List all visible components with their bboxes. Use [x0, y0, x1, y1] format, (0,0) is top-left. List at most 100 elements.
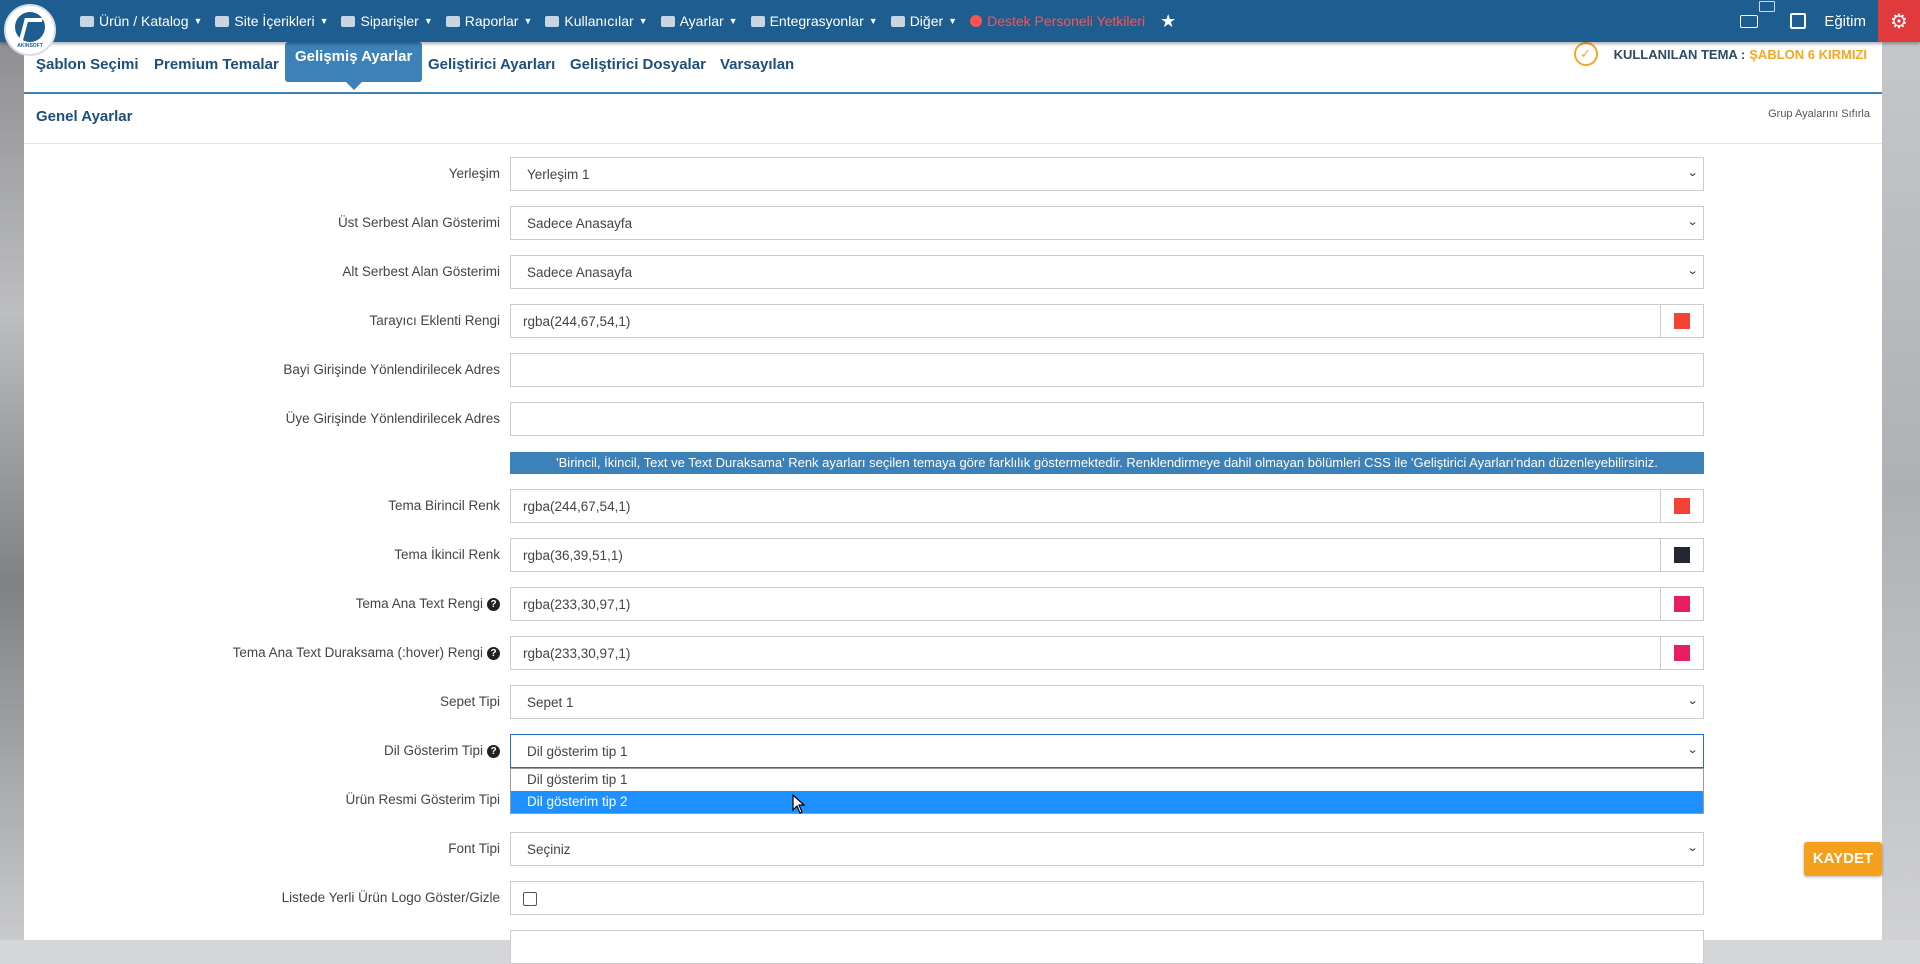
color-picker[interactable] [1660, 539, 1703, 571]
menu-raporlar[interactable]: Raporlar ▼ [445, 13, 533, 29]
alt-serbest-select[interactable]: Sadece Anasayfa ⌄ [510, 255, 1704, 289]
save-button[interactable]: KAYDET [1804, 842, 1882, 876]
caret-down-icon: ▼ [868, 16, 878, 26]
field-label: Sepet Tipi [439, 694, 500, 709]
tab-gelistirici-ayarlari[interactable]: Geliştirici Ayarları [418, 48, 565, 82]
gears-icon: ⚙ [1890, 10, 1908, 33]
menu-label: Raporlar [464, 13, 519, 29]
field-label: Tema İkincil Renk [394, 547, 500, 562]
caret-down-icon: ▼ [638, 16, 648, 26]
chevron-down-icon: ⌄ [1686, 842, 1699, 854]
settings-gear-button[interactable]: ⚙ [1878, 0, 1920, 42]
chevron-down-icon: ⌄ [1686, 167, 1699, 179]
label-text: Tema Ana Text Duraksama (:hover) Rengi [232, 645, 483, 660]
input-value: rgba(36,39,51,1) [523, 548, 623, 563]
menu-entegrasyonlar[interactable]: Entegrasyonlar ▼ [750, 13, 878, 29]
input-value: rgba(244,67,54,1) [523, 499, 631, 514]
sepet-tipi-select[interactable]: Sepet 1 ⌄ [510, 685, 1704, 719]
background-left [0, 42, 24, 940]
question-circle-icon[interactable]: ? [487, 647, 500, 660]
field-label: Tema Ana Text Duraksama (:hover) Rengi? [233, 645, 500, 660]
color-picker[interactable] [1660, 588, 1703, 620]
birincil-color-input[interactable]: rgba(244,67,54,1) [510, 489, 1704, 523]
caret-down-icon: ▼ [728, 16, 738, 26]
external-link-icon[interactable] [1790, 13, 1807, 29]
star-icon[interactable]: ★ [1160, 11, 1176, 32]
caret-down-icon: ▼ [193, 16, 203, 26]
menu-label: Ürün / Katalog [99, 13, 189, 29]
field-label: Font Tipi [448, 841, 500, 856]
menu-destek-personeli[interactable]: Destek Personeli Yetkileri [970, 13, 1145, 29]
theme-label: KULLANILAN TEMA : [1613, 46, 1746, 62]
keyboard-icon[interactable] [1740, 14, 1759, 28]
label-text: Tema Ana Text Rengi [355, 596, 483, 611]
color-swatch [1674, 547, 1690, 563]
color-picker[interactable] [1660, 305, 1703, 337]
select-value: Yerleşim 1 [527, 167, 590, 182]
menu-ayarlar[interactable]: Ayarlar ▼ [660, 13, 738, 29]
tab-premium-temalar[interactable]: Premium Temalar [144, 48, 289, 82]
tab-gelismis-ayarlar[interactable]: Gelişmiş Ayarlar [285, 42, 423, 90]
yerlesim-select[interactable]: Yerleşim 1 ⌄ [510, 157, 1704, 191]
dropdown-option-highlighted[interactable]: Dil gösterim tip 2 [511, 791, 1703, 813]
menu-kullanicilar[interactable]: Kullanıcılar ▼ [545, 13, 648, 29]
next-field[interactable] [510, 930, 1704, 964]
color-swatch [1674, 596, 1690, 612]
caret-down-icon: ▼ [523, 16, 533, 26]
row-alt-serbest: Alt Serbest Alan Gösterimi Sadece Anasay… [24, 255, 1882, 289]
tab-varsayilan[interactable]: Varsayılan [710, 48, 804, 82]
row-next [24, 930, 1882, 964]
select-value: Sepet 1 [527, 695, 574, 710]
section-header: Genel Ayarlar Grup Ayalarını Sıfırla [24, 92, 1882, 144]
field-label: Bayi Girişinde Yönlendirilecek Adres [283, 362, 500, 377]
tab-gelistirici-dosyalar[interactable]: Geliştirici Dosyalar [560, 48, 716, 82]
color-picker[interactable] [1660, 490, 1703, 522]
row-font-tipi: Font Tipi Seçiniz ⌄ [24, 832, 1882, 866]
nav-right: Eğitim ⚙ [1740, 0, 1920, 42]
menu-site-icerikleri[interactable]: Site İçerikleri ▼ [215, 13, 328, 29]
ikincil-color-input[interactable]: rgba(36,39,51,1) [510, 538, 1704, 572]
field-label: Tarayıcı Eklenti Rengi [369, 313, 500, 328]
used-theme-info: ✓ KULLANILAN TEMA : ŞABLON 6 KIRMIZI [1573, 42, 1867, 66]
field-label: Ürün Resmi Gösterim Tipi [345, 792, 500, 807]
menu-diger[interactable]: Diğer ▼ [890, 13, 957, 29]
tarayici-color-input[interactable]: rgba(244,67,54,1) [510, 304, 1704, 338]
color-swatch [1674, 498, 1690, 514]
menu-label: Siparişler [360, 13, 419, 29]
menu-label: Diğer [909, 13, 944, 29]
dil-gosterim-dropdown: Dil gösterim tip 1 Dil gösterim tip 2 [510, 768, 1704, 814]
bayi-adres-input[interactable] [510, 353, 1704, 387]
logo[interactable]: AKINSOFT [4, 4, 56, 56]
select-value: Dil gösterim tip 1 [527, 744, 628, 759]
row-uye-adres: Üye Girişinde Yönlendirilecek Adres [24, 402, 1882, 436]
uye-adres-input[interactable] [510, 402, 1704, 436]
question-circle-icon[interactable]: ? [487, 745, 500, 758]
reset-group-link[interactable]: Grup Ayalarını Sıfırla [1768, 108, 1870, 120]
check-circle-icon: ✓ [1573, 42, 1598, 66]
color-swatch [1674, 645, 1690, 661]
menu-urun-katalog[interactable]: Ürün / Katalog ▼ [80, 13, 202, 29]
background-right [1882, 42, 1920, 940]
field-label: Tema Ana Text Rengi? [356, 596, 500, 611]
tab-sablon-secimi[interactable]: Şablon Seçimi [26, 48, 149, 82]
main-menu: Ürün / Katalog ▼ Site İçerikleri ▼ Sipar… [80, 0, 1176, 42]
input-value: rgba(244,67,54,1) [523, 314, 631, 329]
ust-serbest-select[interactable]: Sadece Anasayfa ⌄ [510, 206, 1704, 240]
boxes-icon [80, 15, 94, 27]
color-picker[interactable] [1660, 637, 1703, 669]
chevron-down-icon: ⌄ [1686, 265, 1699, 277]
egitim-link[interactable]: Eğitim [1824, 13, 1866, 30]
logo-goster-checkbox[interactable] [523, 892, 537, 906]
mouse-cursor-icon [792, 794, 806, 814]
text-color-input[interactable]: rgba(233,30,97,1) [510, 587, 1704, 621]
dropdown-option[interactable]: Dil gösterim tip 1 [511, 769, 1703, 791]
user-circle-icon [970, 15, 983, 27]
dil-gosterim-select[interactable]: Dil gösterim tip 1 ⌄ [510, 734, 1704, 768]
question-circle-icon[interactable]: ? [487, 598, 500, 611]
menu-siparisler[interactable]: Siparişler ▼ [341, 13, 433, 29]
font-tipi-select[interactable]: Seçiniz ⌄ [510, 832, 1704, 866]
hover-color-input[interactable]: rgba(233,30,97,1) [510, 636, 1704, 670]
logo-mark-icon [15, 11, 45, 42]
field-label: Dil Gösterim Tipi? [384, 743, 500, 758]
grid-icon [890, 15, 905, 27]
